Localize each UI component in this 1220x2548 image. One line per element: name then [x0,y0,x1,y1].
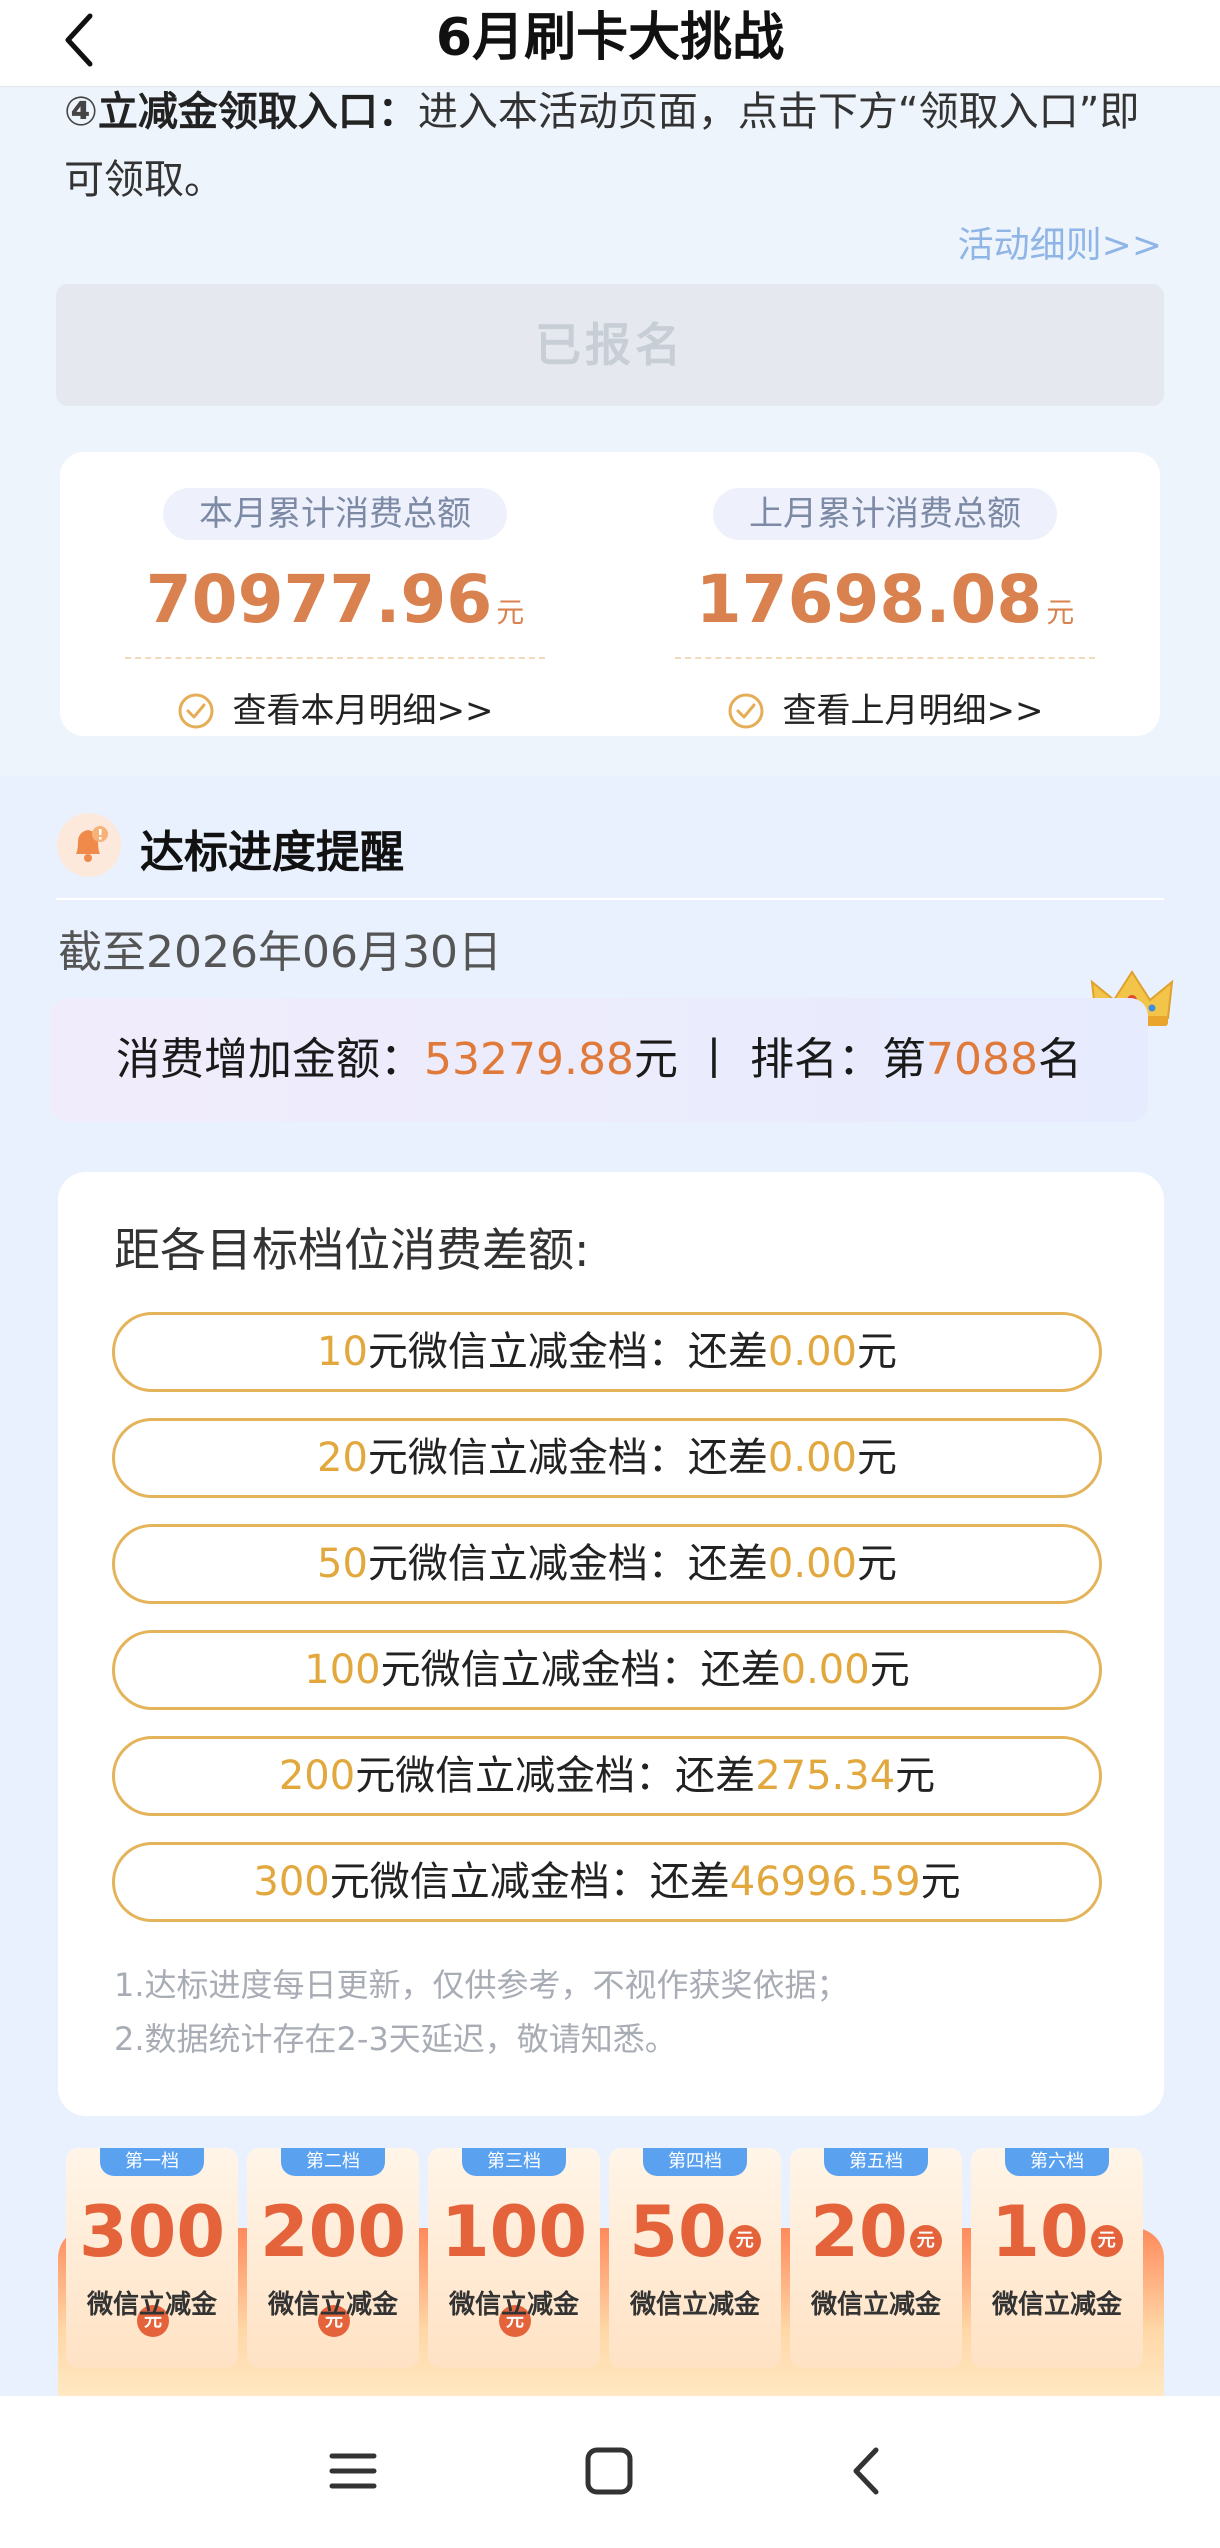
tier-remaining: 0.00 [767,1329,857,1375]
tier-unit: 元 [856,1541,897,1587]
navbar: 6月刷卡大挑战 [0,0,1220,87]
tier-remaining: 275.34 [755,1753,896,1799]
prize-tier-tag: 第六档 [1005,2148,1109,2176]
check-circle-icon [728,693,763,729]
tier-value: 50 [317,1541,368,1587]
prize-tier-tag: 第五档 [824,2148,928,2176]
prize-value: 300元 [66,2192,238,2352]
prize-label: 微信立减金 [86,2290,217,2320]
progress-summary: 消费增加金额：53279.88元 丨 排名：第7088名 [50,998,1148,1122]
divider [675,657,1095,659]
this-month-detail-link[interactable]: 查看本月明细>> [60,683,610,732]
prize-card[interactable]: 第三档 100元 微信立减金 [428,2148,600,2368]
rank-value: 7088 [925,1034,1038,1085]
yuan-badge: 元 [909,2225,942,2257]
target-tier-row: 10元微信立减金档：还差0.00元 [112,1312,1102,1392]
tier-text: 元微信立减金档：还差 [329,1859,730,1905]
last-month-label: 上月累计消费总额 [713,488,1057,540]
prize-label: 微信立减金 [991,2290,1122,2320]
prize-tier-tag: 第四档 [643,2148,747,2176]
targets-note: 1.达标进度每日更新，仅供参考，不视作获奖依据； [114,1966,849,2004]
yuan-badge: 元 [728,2225,761,2257]
progress-date: 截至2026年06月30日 [58,927,502,978]
tier-text: 元微信立减金档：还差 [367,1541,768,1587]
tier-unit: 元 [856,1329,897,1375]
tier-value: 100 [304,1647,381,1693]
this-month-label: 本月累计消费总额 [163,488,507,540]
prize-card[interactable]: 第二档 200元 微信立减金 [247,2148,419,2368]
last-month-total: 上月累计消费总额 17698.08 元 查看上月明细>> [610,452,1160,736]
tier-unit: 元 [869,1647,910,1693]
activity-rules-link[interactable]: 活动细则>> [958,216,1162,268]
tier-value: 300 [253,1859,330,1905]
progress-title: 达标进度提醒 [140,827,404,878]
tier-remaining: 0.00 [780,1647,870,1693]
progress-section: 达标进度提醒 截至2026年06月30日 消费增加金额：53279.88元 丨 … [0,776,1220,2396]
prize-label: 微信立减金 [810,2290,941,2320]
prize-value: 50 元 [609,2192,781,2272]
rule-item-key: 立减金领取入口： [97,89,418,135]
target-tier-row: 100元微信立减金档：还差0.00元 [112,1630,1102,1710]
spending-totals-card: 本月累计消费总额 70977.96 元 查看本月明细>> 上月累计消费总额 176… [60,452,1160,736]
tier-value: 20 [317,1435,368,1481]
tier-text: 元微信立减金档：还差 [355,1753,756,1799]
prize-card[interactable]: 第一档 300元 微信立减金 [66,2148,238,2368]
menu-icon[interactable] [318,2436,388,2506]
check-circle-icon [178,693,213,729]
prize-tier-tag: 第一档 [100,2148,204,2176]
prize-strip: 第一档 300元 微信立减金 第二档 200元 微信立减金 第三档 100元 微信立减金 第四档 5… [58,2148,1164,2396]
this-month-total: 本月累计消费总额 70977.96 元 查看本月明细>> [60,452,610,736]
signed-up-button[interactable]: 已报名 [56,284,1164,406]
prize-value: 200元 [247,2192,419,2352]
prize-label: 微信立减金 [629,2290,760,2320]
target-tier-row: 20元微信立减金档：还差0.00元 [112,1418,1102,1498]
page-title: 6月刷卡大挑战 [435,8,785,68]
bell-icon [57,813,121,877]
rule-item-number: ④ [64,89,98,135]
prize-value: 10 元 [971,2192,1143,2272]
yuan-badge: 元 [1090,2225,1123,2257]
tier-unit: 元 [856,1435,897,1481]
targets-title: 距各目标档位消费差额: [114,1223,590,1277]
tier-text: 元微信立减金档：还差 [367,1435,768,1481]
prize-label: 微信立减金 [267,2290,398,2320]
divider [56,898,1164,900]
target-tier-row: 200元微信立减金档：还差275.34元 [112,1736,1102,1816]
prize-value: 100元 [428,2192,600,2352]
targets-note: 2.数据统计存在2-3天延迟，敬请知悉。 [114,2020,677,2058]
tier-text: 元微信立减金档：还差 [367,1329,768,1375]
last-month-amount: 17698.08 元 [695,561,1075,638]
tier-remaining: 0.00 [767,1541,857,1587]
system-nav-bar [0,2396,1220,2548]
divider [125,657,545,659]
rule-item: ④立减金领取入口：进入本活动页面，点击下方“领取入口”即可领取。 [64,78,1174,214]
prize-card[interactable]: 第四档 50 元微信立减金 [609,2148,781,2368]
prize-card[interactable]: 第五档 20 元微信立减金 [790,2148,962,2368]
tier-value: 10 [317,1329,368,1375]
target-tier-row: 50元微信立减金档：还差0.00元 [112,1524,1102,1604]
targets-card: 距各目标档位消费差额: 10元微信立减金档：还差0.00元 20元微信立减金档：还… [58,1172,1164,2116]
tier-text: 元微信立减金档：还差 [380,1647,781,1693]
last-month-detail-link[interactable]: 查看上月明细>> [610,683,1160,732]
increase-amount: 53279.88 [424,1034,634,1085]
prize-value: 20 元 [790,2192,962,2272]
prize-label: 微信立减金 [448,2290,579,2320]
prize-tier-tag: 第二档 [281,2148,385,2176]
home-icon[interactable] [574,2436,644,2506]
tier-remaining: 0.00 [767,1435,857,1481]
tier-unit: 元 [895,1753,936,1799]
tier-value: 200 [278,1753,356,1799]
tier-remaining: 46996.59 [729,1859,921,1905]
this-month-amount: 70977.96 元 [145,561,525,638]
prize-card[interactable]: 第六档 10 元微信立减金 [971,2148,1143,2368]
prize-tier-tag: 第三档 [462,2148,566,2176]
tier-unit: 元 [920,1859,961,1905]
target-tier-row: 300元微信立减金档：还差46996.59元 [112,1842,1102,1922]
back-icon[interactable] [832,2436,902,2506]
